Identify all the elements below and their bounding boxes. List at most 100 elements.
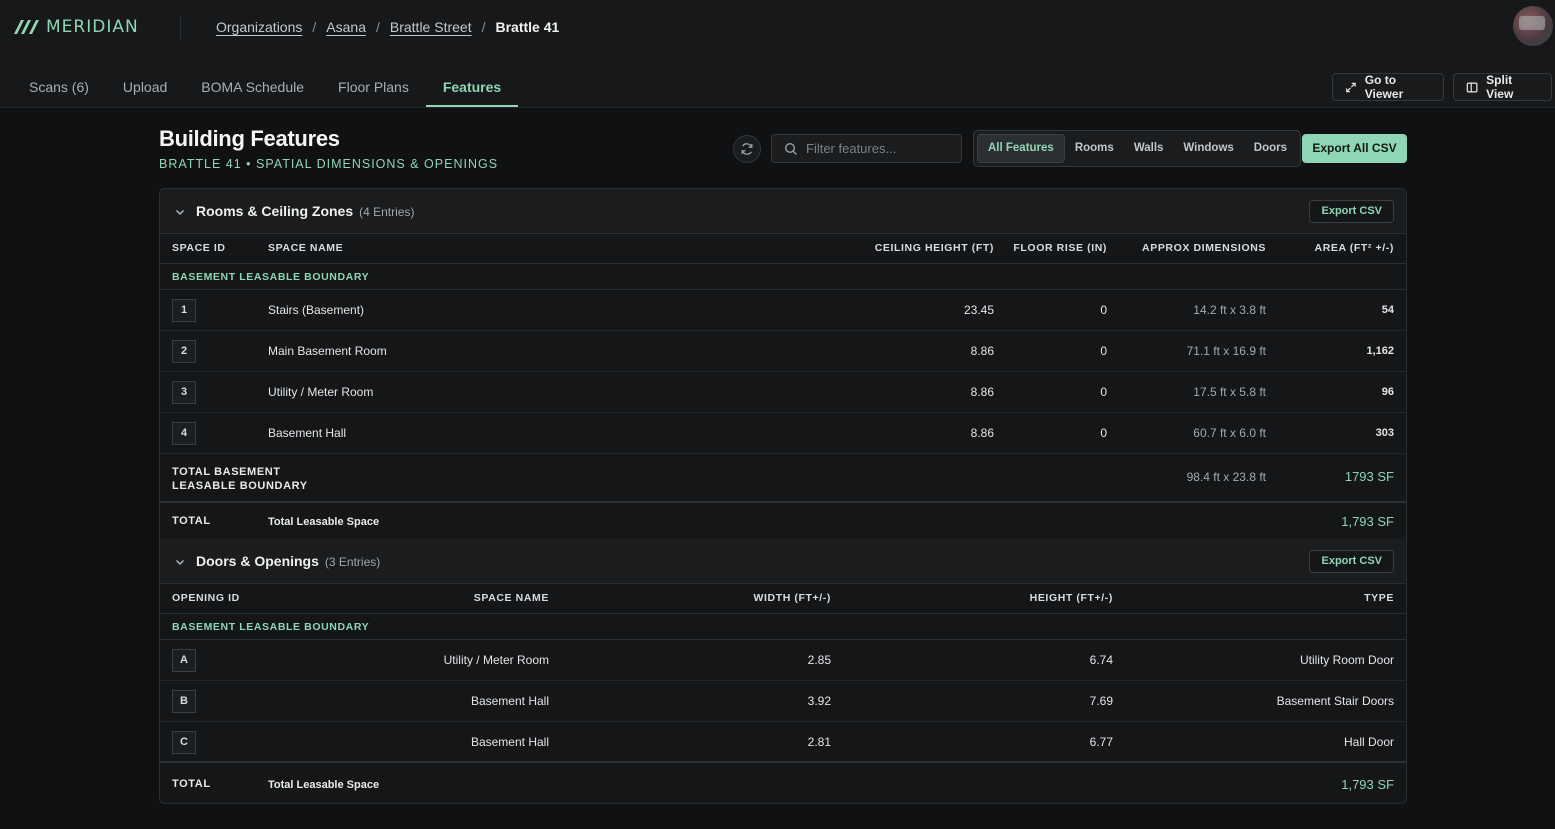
column-header[interactable]: WIDTH (FT+/-) (754, 584, 832, 613)
logo-text: MERIDIAN (46, 17, 139, 37)
floor-rise: 0 (1100, 344, 1107, 358)
ceiling-height: 8.86 (970, 344, 994, 358)
width: 2.85 (807, 653, 831, 667)
breadcrumb-separator: / (375, 19, 380, 35)
width: 3.92 (807, 694, 831, 708)
column-header[interactable]: AREA (FT² +/-) (1315, 234, 1394, 263)
split-view-button[interactable]: Split View (1453, 73, 1552, 101)
filter-windows[interactable]: Windows (1173, 134, 1243, 163)
table-row[interactable]: 2 Main Basement Room 8.86 0 71.1 ft x 16… (160, 331, 1406, 372)
doors-title-text: Doors & Openings (196, 553, 319, 569)
group-label: BASEMENT LEASABLE BOUNDARY (160, 264, 1406, 290)
header-divider (180, 16, 181, 40)
column-header[interactable]: TYPE (1364, 584, 1394, 613)
table-row[interactable]: 1 Stairs (Basement) 23.45 0 14.2 ft x 3.… (160, 290, 1406, 331)
door-type: Basement Stair Doors (1276, 694, 1394, 708)
group-subtotal-row: TOTAL BASEMENT LEASABLE BOUNDARY 98.4 ft… (160, 454, 1406, 503)
tab-upload[interactable]: Upload (106, 68, 184, 107)
go-to-viewer-button[interactable]: Go to Viewer (1332, 73, 1444, 101)
space-id: 3 (172, 381, 196, 404)
subtotal-area: 1793 SF (1344, 469, 1394, 484)
group-label: BASEMENT LEASABLE BOUNDARY (160, 614, 1406, 640)
opening-id: A (172, 649, 196, 672)
export-all-csv-button[interactable]: Export All CSV (1302, 134, 1407, 163)
rooms-total-row: TOTAL Total Leasable Space 1,793 SF (160, 503, 1406, 540)
meridian-logo-icon (14, 20, 39, 34)
logo[interactable]: MERIDIAN (14, 16, 139, 38)
table-row[interactable]: 4 Basement Hall 8.86 0 60.7 ft x 6.0 ft … (160, 413, 1406, 454)
doors-entry-count: (3 Entries) (324, 555, 381, 569)
door-type: Hall Door (1343, 735, 1394, 749)
total-label: TOTAL (172, 515, 211, 527)
ceiling-height: 8.86 (970, 426, 994, 440)
doors-table-header: OPENING ID SPACE NAME WIDTH (FT+/-) HEIG… (160, 584, 1406, 614)
total-value: 1,793 SF (1341, 514, 1394, 529)
space-name: Basement Hall (470, 735, 549, 749)
ceiling-height: 8.86 (970, 385, 994, 399)
breadcrumb-brattle-street[interactable]: Brattle Street (390, 19, 472, 35)
page-title: Building Features (159, 126, 340, 151)
filter-all-features[interactable]: All Features (977, 134, 1065, 163)
rooms-section-title: Rooms & Ceiling Zones (4 Entries) (196, 203, 414, 219)
approx-dimensions: 71.1 ft x 16.9 ft (1186, 344, 1266, 358)
column-header[interactable]: CEILING HEIGHT (FT) (875, 234, 994, 263)
chevron-down-icon[interactable] (174, 556, 186, 568)
column-header[interactable]: SPACE ID (172, 234, 226, 263)
subtotal-dimensions: 98.4 ft x 23.8 ft (1186, 470, 1266, 484)
column-header[interactable]: FLOOR RISE (IN) (1013, 234, 1107, 263)
column-header[interactable]: OPENING ID (172, 584, 240, 613)
page-subtitle: BRATTLE 41 • SPATIAL DIMENSIONS & OPENIN… (159, 157, 499, 171)
tab-boma-schedule[interactable]: BOMA Schedule (184, 68, 321, 107)
opening-id: C (172, 731, 196, 754)
area: 54 (1381, 304, 1394, 316)
opening-id: B (172, 690, 196, 713)
features-card: Rooms & Ceiling Zones (4 Entries) Export … (159, 188, 1407, 804)
column-header[interactable]: SPACE NAME (474, 584, 549, 613)
breadcrumb-organizations[interactable]: Organizations (216, 19, 302, 35)
doors-export-csv-button[interactable]: Export CSV (1309, 550, 1394, 573)
table-row[interactable]: B Basement Hall 3.92 7.69 Basement Stair… (160, 681, 1406, 722)
total-name: Total Leasable Space (268, 779, 380, 791)
filter-rooms[interactable]: Rooms (1065, 134, 1124, 163)
door-type: Utility Room Door (1299, 653, 1394, 667)
search-input[interactable] (806, 141, 956, 156)
rooms-export-csv-button[interactable]: Export CSV (1309, 200, 1394, 223)
space-name: Basement Hall (470, 694, 549, 708)
space-id: 4 (172, 422, 196, 445)
floor-rise: 0 (1100, 303, 1107, 317)
refresh-icon (741, 143, 753, 155)
approx-dimensions: 17.5 ft x 5.8 ft (1193, 385, 1266, 399)
refresh-button[interactable] (733, 135, 761, 163)
space-name: Utility / Meter Room (268, 385, 374, 399)
ceiling-height: 23.45 (963, 303, 994, 317)
split-view-label: Split View (1486, 73, 1514, 101)
total-value: 1,793 SF (1341, 777, 1394, 792)
filter-walls[interactable]: Walls (1124, 134, 1174, 163)
doors-total-row: TOTAL Total Leasable Space 1,793 SF (160, 765, 1406, 802)
avatar[interactable] (1513, 6, 1553, 46)
subtotal-label-line2: LEASABLE BOUNDARY (172, 480, 308, 492)
column-header[interactable]: HEIGHT (FT+/-) (1030, 584, 1113, 613)
go-to-viewer-label: Go to Viewer (1364, 73, 1404, 101)
chevron-down-icon[interactable] (174, 206, 186, 218)
top-bar: MERIDIAN Organizations / Asana / Brattle… (0, 0, 1555, 108)
space-id: 2 (172, 340, 196, 363)
column-header[interactable]: SPACE NAME (268, 234, 343, 263)
approx-dimensions: 60.7 ft x 6.0 ft (1193, 426, 1266, 440)
filter-doors[interactable]: Doors (1244, 134, 1297, 163)
tab-floor-plans[interactable]: Floor Plans (321, 68, 426, 107)
table-row[interactable]: C Basement Hall 2.81 6.77 Hall Door (160, 722, 1406, 763)
breadcrumb-asana[interactable]: Asana (326, 19, 366, 35)
feature-filter-group: All Features Rooms Walls Windows Doors (973, 130, 1302, 167)
tab-features[interactable]: Features (425, 68, 519, 107)
column-header[interactable]: APPROX DIMENSIONS (1142, 234, 1266, 263)
space-id: 1 (172, 299, 196, 322)
area: 96 (1381, 386, 1394, 398)
table-row[interactable]: A Utility / Meter Room 2.85 6.74 Utility… (160, 640, 1406, 681)
breadcrumb-separator: / (312, 19, 317, 35)
height: 7.69 (1089, 694, 1113, 708)
rooms-section-header: Rooms & Ceiling Zones (4 Entries) Export … (160, 189, 1406, 234)
doors-section-title: Doors & Openings (3 Entries) (196, 553, 380, 569)
table-row[interactable]: 3 Utility / Meter Room 8.86 0 17.5 ft x … (160, 372, 1406, 413)
tab-scans[interactable]: Scans (6) (12, 68, 106, 107)
